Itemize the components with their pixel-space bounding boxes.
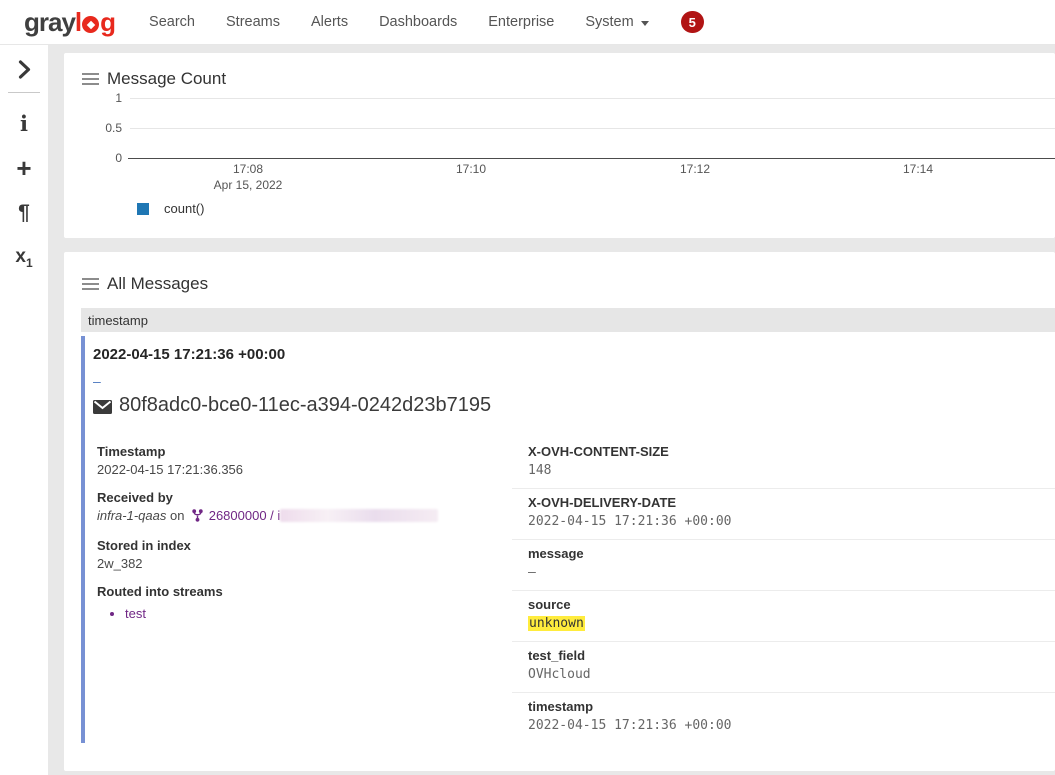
streams-list: test bbox=[97, 606, 492, 622]
message-row-summary: – bbox=[93, 373, 1055, 389]
chart-legend[interactable]: count() bbox=[137, 201, 204, 216]
meta-timestamp: Timestamp 2022-04-15 17:21:36.356 bbox=[97, 444, 492, 478]
plus-glyph: + bbox=[16, 153, 31, 184]
field-source: source unknown bbox=[512, 591, 1055, 642]
meta-stored-in-index-value: 2w_382 bbox=[97, 556, 492, 572]
field-name[interactable]: X-OVH-DELIVERY-DATE bbox=[528, 495, 1055, 511]
message-fields: X-OVH-CONTENT-SIZE 148 X-OVH-DELIVERY-DA… bbox=[512, 444, 1055, 743]
info-icon[interactable]: i bbox=[0, 107, 48, 139]
logo-text-gray: gray bbox=[24, 7, 75, 38]
logo-compass-icon bbox=[82, 16, 99, 33]
y-axis-tick-0: 0 bbox=[82, 152, 122, 164]
chevron-down-icon bbox=[641, 21, 649, 26]
nav-item-streams[interactable]: Streams bbox=[226, 14, 280, 30]
field-name[interactable]: message bbox=[528, 546, 1055, 562]
field-value-highlighted: unknown bbox=[528, 616, 1055, 632]
message-row: 2022-04-15 17:21:36 +00:00 – 80f8adc0-bc… bbox=[81, 336, 1055, 743]
sidebar-divider bbox=[8, 92, 40, 93]
y-axis-tick-05: 0.5 bbox=[82, 122, 122, 134]
meta-stored-in-index-label: Stored in index bbox=[97, 538, 492, 554]
meta-received-by-value: infra-1-qaas on 26800000 / i bbox=[97, 508, 492, 526]
meta-stored-in-index: Stored in index 2w_382 bbox=[97, 538, 492, 572]
all-messages-widget: All Messages timestamp 2022-04-15 17:21:… bbox=[64, 252, 1055, 771]
notification-badge[interactable]: 5 bbox=[681, 11, 704, 33]
logo-text-l: l bbox=[75, 7, 81, 38]
gridline-05 bbox=[130, 128, 1055, 129]
stream-list-item: test bbox=[125, 606, 492, 622]
search-sidebar: i + ¶ x1 bbox=[0, 45, 48, 775]
gridline-1 bbox=[130, 98, 1055, 99]
legend-swatch-count bbox=[137, 203, 149, 215]
field-value: OVHcloud bbox=[528, 667, 1055, 683]
field-name[interactable]: X-OVH-CONTENT-SIZE bbox=[528, 444, 1055, 460]
field-value: 2022-04-15 17:21:36 +00:00 bbox=[528, 718, 1055, 734]
subscript-one-glyph: 1 bbox=[26, 256, 33, 270]
x-axis-tick-1714: 17:14 bbox=[878, 162, 958, 176]
envelope-icon bbox=[93, 400, 112, 414]
field-test-field: test_field OVHcloud bbox=[512, 642, 1055, 693]
field-name[interactable]: source bbox=[528, 597, 1055, 613]
nav-item-system-label: System bbox=[585, 14, 633, 30]
field-name[interactable]: test_field bbox=[528, 648, 1055, 664]
logo-text-g: g bbox=[100, 7, 115, 38]
message-row-timestamp[interactable]: 2022-04-15 17:21:36 +00:00 bbox=[91, 344, 1055, 363]
x-axis-tick-1712: 17:12 bbox=[655, 162, 735, 176]
message-id: 80f8adc0-bce0-11ec-a394-0242d23b7195 bbox=[119, 394, 491, 417]
graylog-logo[interactable]: graylg bbox=[24, 7, 115, 38]
nav-items: Search Streams Alerts Dashboards Enterpr… bbox=[149, 14, 649, 30]
message-id-heading: 80f8adc0-bce0-11ec-a394-0242d23b7195 bbox=[93, 394, 491, 417]
nav-item-enterprise[interactable]: Enterprise bbox=[488, 14, 554, 30]
legend-label-count: count() bbox=[164, 201, 204, 216]
nav-item-alerts[interactable]: Alerts bbox=[311, 14, 348, 30]
variables-icon[interactable]: x1 bbox=[0, 242, 48, 274]
meta-received-by-label: Received by bbox=[97, 490, 492, 506]
meta-timestamp-label: Timestamp bbox=[97, 444, 492, 460]
field-name[interactable]: timestamp bbox=[528, 699, 1055, 715]
x-axis-tick-1710: 17:10 bbox=[431, 162, 511, 176]
meta-routed-into-streams: Routed into streams test bbox=[97, 584, 492, 622]
field-value: 2022-04-15 17:21:36 +00:00 bbox=[528, 514, 1055, 530]
info-glyph: i bbox=[20, 111, 28, 136]
y-axis-tick-1: 1 bbox=[82, 92, 122, 104]
meta-timestamp-value: 2022-04-15 17:21:36.356 bbox=[97, 462, 492, 478]
received-on-text: on bbox=[170, 508, 184, 523]
collapse-sidebar-icon[interactable] bbox=[0, 53, 48, 85]
add-widget-icon[interactable]: + bbox=[0, 152, 48, 184]
drag-handle-icon[interactable] bbox=[82, 275, 99, 293]
x-axis-date-label: Apr 15, 2022 bbox=[208, 178, 288, 192]
field-message: message – bbox=[512, 540, 1055, 591]
field-value: – bbox=[528, 565, 1055, 581]
column-header-timestamp[interactable]: timestamp bbox=[81, 308, 1055, 332]
meta-routed-into-streams-label: Routed into streams bbox=[97, 584, 492, 600]
field-x-ovh-content-size: X-OVH-CONTENT-SIZE 148 bbox=[512, 444, 1055, 489]
field-value: 148 bbox=[528, 463, 1055, 479]
message-count-widget: Message Count 1 0.5 0 17:08 17:10 17:12 … bbox=[64, 53, 1055, 238]
x-glyph: x bbox=[15, 246, 26, 267]
highlighted-value: unknown bbox=[528, 616, 585, 631]
message-count-chart: 1 0.5 0 17:08 17:10 17:12 17:14 Apr 15, … bbox=[64, 53, 1055, 238]
pilcrow-glyph: ¶ bbox=[18, 201, 30, 225]
nav-item-dashboards[interactable]: Dashboards bbox=[379, 14, 457, 30]
all-messages-title: All Messages bbox=[107, 274, 208, 294]
formatting-icon[interactable]: ¶ bbox=[0, 197, 48, 229]
all-messages-header: All Messages bbox=[64, 252, 1055, 294]
top-navbar: graylg Search Streams Alerts Dashboards … bbox=[0, 0, 1055, 45]
redacted-input-name bbox=[280, 509, 438, 522]
input-link[interactable]: 26800000 / i bbox=[209, 508, 281, 523]
x-axis-line bbox=[128, 158, 1055, 159]
code-fork-icon bbox=[192, 509, 203, 526]
message-metadata: Timestamp 2022-04-15 17:21:36.356 Receiv… bbox=[97, 444, 492, 634]
meta-received-by: Received by infra-1-qaas on 26800000 / i bbox=[97, 490, 492, 526]
nav-item-system[interactable]: System bbox=[585, 14, 648, 30]
nav-item-search[interactable]: Search bbox=[149, 14, 195, 30]
field-x-ovh-delivery-date: X-OVH-DELIVERY-DATE 2022-04-15 17:21:36 … bbox=[512, 489, 1055, 540]
stream-link-test[interactable]: test bbox=[125, 606, 146, 621]
node-name: infra-1-qaas bbox=[97, 508, 166, 523]
field-timestamp: timestamp 2022-04-15 17:21:36 +00:00 bbox=[512, 693, 1055, 743]
x-axis-tick-1708: 17:08 bbox=[208, 162, 288, 176]
